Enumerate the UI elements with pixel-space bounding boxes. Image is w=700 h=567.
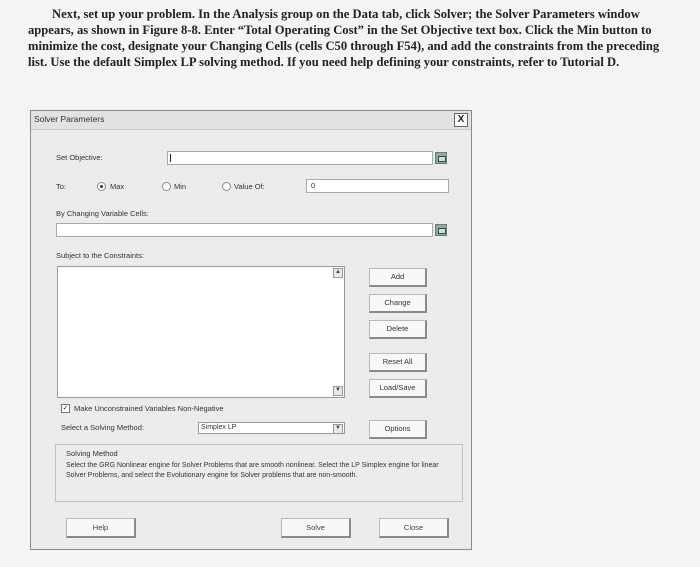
reset-all-button[interactable]: Reset All bbox=[369, 353, 427, 372]
to-label: To: bbox=[56, 182, 67, 191]
load-save-button[interactable]: Load/Save bbox=[369, 379, 427, 398]
changing-cells-collapse-icon[interactable] bbox=[435, 224, 447, 236]
min-radio[interactable] bbox=[162, 182, 171, 191]
solving-method-select[interactable]: Simplex LP ▼ bbox=[198, 422, 345, 434]
constraints-list[interactable]: ▲ ▼ bbox=[57, 266, 345, 398]
delete-button[interactable]: Delete bbox=[369, 320, 427, 339]
nonnegative-label: Make Unconstrained Variables Non-Negativ… bbox=[74, 404, 224, 413]
add-button[interactable]: Add bbox=[369, 268, 427, 287]
scroll-up-icon[interactable]: ▲ bbox=[333, 268, 343, 278]
solve-button[interactable]: Solve bbox=[281, 518, 351, 538]
instructions-paragraph: Next, set up your problem. In the Analys… bbox=[28, 7, 660, 69]
min-label: Min bbox=[174, 182, 187, 191]
set-objective-input[interactable] bbox=[167, 151, 433, 165]
solving-method-description: Select the GRG Nonlinear engine for Solv… bbox=[66, 462, 439, 479]
value-of-radio[interactable] bbox=[222, 182, 231, 191]
dialog-titlebar: Solver Parameters X bbox=[31, 111, 471, 130]
solving-method-label: Select a Solving Method: bbox=[61, 423, 144, 432]
solving-method-group-title: Solving Method bbox=[66, 449, 118, 458]
set-objective-collapse-icon[interactable] bbox=[435, 152, 447, 164]
value-of-input[interactable]: 0 bbox=[306, 179, 449, 193]
options-button[interactable]: Options bbox=[369, 420, 427, 439]
max-radio[interactable] bbox=[97, 182, 106, 191]
close-button[interactable]: Close bbox=[379, 518, 449, 538]
chevron-down-icon[interactable]: ▼ bbox=[333, 424, 343, 434]
changing-cells-input[interactable] bbox=[56, 223, 433, 237]
max-label: Max bbox=[110, 182, 125, 191]
solving-method-value: Simplex LP bbox=[201, 424, 237, 431]
value-of-label: Value Of: bbox=[234, 182, 265, 191]
help-button[interactable]: Help bbox=[66, 518, 136, 538]
nonnegative-checkbox[interactable]: ✓ bbox=[61, 404, 70, 413]
close-icon[interactable]: X bbox=[454, 113, 468, 127]
scroll-down-icon[interactable]: ▼ bbox=[333, 386, 343, 396]
changing-cells-label: By Changing Variable Cells: bbox=[56, 209, 149, 218]
instructions-text: Next, set up your problem. In the Analys… bbox=[28, 6, 676, 70]
change-button[interactable]: Change bbox=[369, 294, 427, 313]
dialog-title: Solver Parameters bbox=[34, 114, 105, 124]
set-objective-label: Set Objective: bbox=[56, 153, 103, 162]
solver-parameters-dialog: Solver Parameters X Set Objective: To: M… bbox=[30, 110, 472, 550]
constraints-label: Subject to the Constraints: bbox=[56, 251, 144, 260]
